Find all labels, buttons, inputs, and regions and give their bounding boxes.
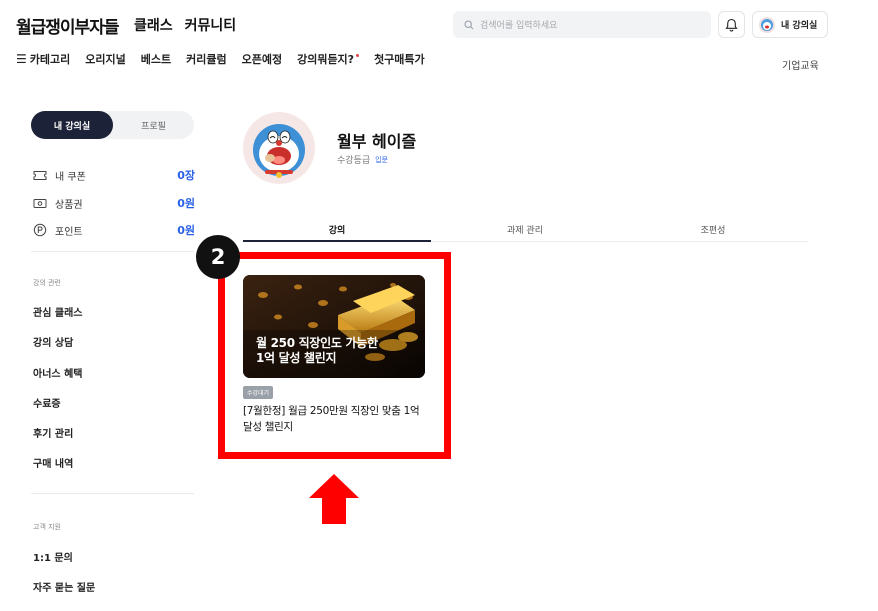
search-placeholder: 검색어를 입력하세요 xyxy=(480,21,558,31)
avatar xyxy=(759,16,775,33)
wallet-point[interactable]: 포인트 0원 xyxy=(33,222,195,238)
my-classroom-label: 내 강의실 xyxy=(781,21,818,31)
wallet-point-value: 0원 xyxy=(177,224,195,237)
section-support-label: 고객 지원 xyxy=(33,523,61,531)
subnav-what-to-take-label: 강의뭐듣지? xyxy=(297,53,355,66)
bell-icon xyxy=(725,18,738,32)
profile-name: 월부 헤이즐 xyxy=(337,132,417,151)
top-nav: 클래스 커뮤니티 xyxy=(134,15,236,35)
wallet-coupon-label: 내 쿠폰 xyxy=(55,171,86,183)
my-classroom-button[interactable]: 내 강의실 xyxy=(752,11,828,38)
subnav-category[interactable]: 카테고리 xyxy=(30,51,70,67)
profile-grade: 수강등급 입문 xyxy=(337,153,389,167)
point-icon xyxy=(33,223,47,237)
sidebar-item-purchases[interactable]: 구매 내역 xyxy=(33,455,73,470)
wallet-voucher[interactable]: 상품권 0원 xyxy=(33,195,195,211)
tab-my-classroom[interactable]: 내 강의실 xyxy=(31,111,113,139)
subnav-curriculum[interactable]: 커리큘럼 xyxy=(186,51,226,67)
sidebar-tabs: 내 강의실 프로필 xyxy=(31,111,194,139)
tab-profile[interactable]: 프로필 xyxy=(113,111,194,139)
sidebar-item-honors[interactable]: 아너스 혜택 xyxy=(33,365,82,380)
sidebar-item-reviews[interactable]: 후기 관리 xyxy=(33,425,73,440)
notification-button[interactable] xyxy=(718,11,745,38)
new-dot-icon xyxy=(356,54,360,57)
menu-icon[interactable]: ☰ xyxy=(16,52,27,66)
active-tab-indicator xyxy=(243,240,431,242)
wallet-voucher-label: 상품권 xyxy=(55,199,83,211)
grade-label: 수강등급 xyxy=(337,156,371,166)
step-badge: 2 xyxy=(196,235,240,279)
sidebar-item-certificate[interactable]: 수료증 xyxy=(33,395,61,410)
subnav-best[interactable]: 베스트 xyxy=(141,51,171,67)
nav-class[interactable]: 클래스 xyxy=(134,15,173,35)
corporate-education-link[interactable]: 기업교육 xyxy=(782,57,819,72)
search-icon xyxy=(464,19,474,29)
thumbnail-caption: 월 250 직장인도 가능한 1억 달성 챌린지 xyxy=(256,336,378,366)
site-logo[interactable]: 월급쟁이부자들 xyxy=(16,13,119,38)
subnav-what-to-take[interactable]: 강의뭐듣지? xyxy=(297,51,360,67)
course-thumbnail[interactable]: 월 250 직장인도 가능한 1억 달성 챌린지 xyxy=(243,275,425,378)
subnav-original[interactable]: 오리지널 xyxy=(85,51,125,67)
arrow-up-icon xyxy=(309,474,359,524)
profile-avatar xyxy=(243,112,315,184)
sidebar-divider xyxy=(31,251,194,252)
section-lecture-label: 강의 관련 xyxy=(33,279,61,287)
tab-lectures[interactable]: 강의 xyxy=(243,223,431,236)
wallet-voucher-value: 0원 xyxy=(177,197,195,210)
thumbnail-line2: 1억 달성 챌린지 xyxy=(256,351,337,365)
sidebar-item-inquiry[interactable]: 1:1 문의 xyxy=(33,549,73,564)
search-input[interactable]: 검색어를 입력하세요 xyxy=(453,11,711,38)
sidebar-item-consultation[interactable]: 강의 상담 xyxy=(33,334,73,349)
status-badge: 수강대기 xyxy=(243,386,274,399)
tab-group[interactable]: 조편성 xyxy=(619,223,807,236)
content-tabs: 강의 과제 관리 조편성 xyxy=(243,216,808,242)
wallet-point-label: 포인트 xyxy=(55,226,83,238)
course-title[interactable]: [7월한정] 월급 250만원 직장인 맞춤 1억 달성 챌린지 xyxy=(243,403,428,435)
subnav-first-purchase[interactable]: 첫구매특가 xyxy=(374,51,425,67)
subnav-upcoming[interactable]: 오픈예정 xyxy=(242,51,282,67)
tab-assignments[interactable]: 과제 관리 xyxy=(431,223,619,236)
voucher-icon xyxy=(33,198,47,208)
ticket-icon xyxy=(33,170,47,180)
thumbnail-line1: 월 250 직장인도 가능한 xyxy=(256,336,378,350)
sidebar-divider xyxy=(31,493,194,494)
category-nav: ☰ 카테고리 오리지널 베스트 커리큘럼 오픈예정 강의뭐듣지? 첫구매특가 xyxy=(16,51,425,67)
grade-value: 입문 xyxy=(375,155,389,164)
nav-community[interactable]: 커뮤니티 xyxy=(185,15,237,35)
wallet-coupon[interactable]: 내 쿠폰 0장 xyxy=(33,167,195,183)
wallet-coupon-value: 0장 xyxy=(177,169,195,182)
sidebar-item-favorite-class[interactable]: 관심 클래스 xyxy=(33,304,82,319)
sidebar-item-faq[interactable]: 자주 묻는 질문 xyxy=(33,579,95,594)
